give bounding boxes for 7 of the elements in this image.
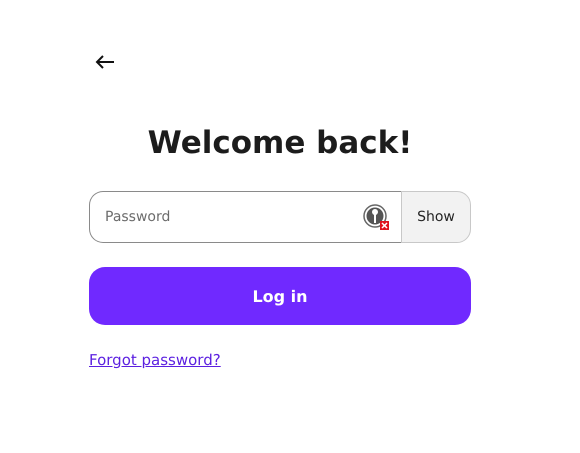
key-icon[interactable] bbox=[363, 204, 389, 230]
login-button[interactable]: Log in bbox=[89, 267, 471, 325]
back-arrow-icon bbox=[95, 54, 115, 70]
show-password-button[interactable]: Show bbox=[401, 191, 471, 243]
password-field[interactable]: Password bbox=[89, 191, 401, 243]
page-title: Welcome back! bbox=[146, 124, 414, 162]
forgot-password-link[interactable]: Forgot password? bbox=[89, 351, 221, 369]
